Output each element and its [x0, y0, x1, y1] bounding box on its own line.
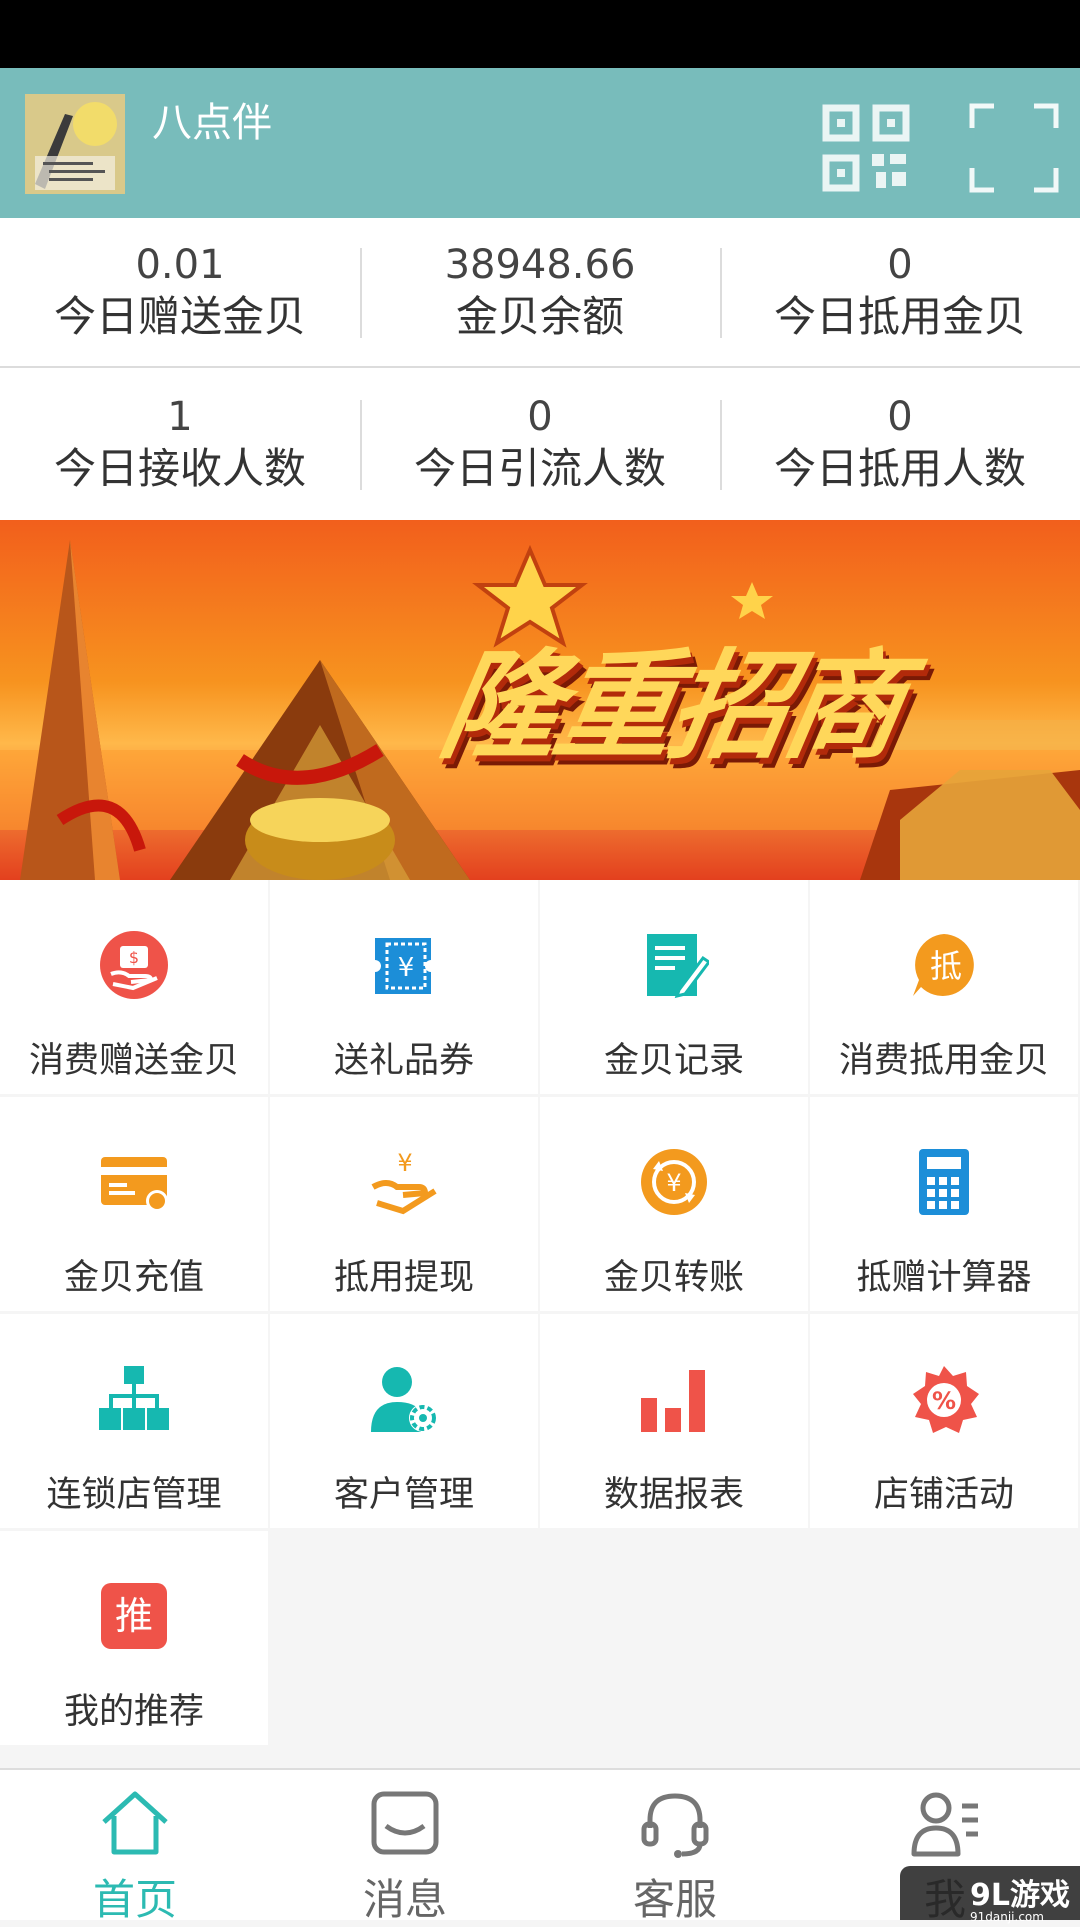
menu-item-label: 送礼品券 — [333, 1041, 474, 1081]
card-recharge-icon — [101, 1157, 168, 1212]
avatar-image — [25, 94, 125, 194]
stat-balance[interactable]: 38948.66 金贝余额 — [360, 218, 720, 366]
menu-item-label: 我的推荐 — [63, 1692, 204, 1732]
stat-label: 今日抵用人数 — [773, 444, 1026, 493]
scan-icon — [969, 103, 1059, 193]
headset-icon — [641, 1793, 709, 1858]
tab-label: 消息 — [362, 1875, 447, 1924]
stat-label: 今日引流人数 — [413, 444, 666, 493]
stat-label: 今日赠送金贝 — [53, 292, 306, 341]
menu-item-label: 金贝记录 — [603, 1041, 744, 1081]
svg-text:¥: ¥ — [398, 953, 415, 983]
tab-service[interactable]: 客服 — [540, 1770, 810, 1924]
menu-item[interactable]: 抵消费抵用金贝 — [810, 880, 1078, 1094]
menu-item[interactable]: 连锁店管理 — [0, 1314, 268, 1528]
watermark-brand: 9L游戏 — [970, 1878, 1070, 1913]
menu-item[interactable]: ¥ 送礼品券 — [270, 880, 538, 1094]
promo-banner[interactable]: 隆重招商 — [0, 520, 1080, 880]
stat-value: 0.01 — [135, 242, 225, 288]
calculator-icon — [919, 1149, 969, 1215]
discount-badge-icon: % — [913, 1366, 979, 1433]
stats-row: 1 今日接收人数 0 今日引流人数 0 今日抵用人数 — [0, 370, 1080, 520]
stat-today-referrals[interactable]: 0 今日引流人数 — [360, 370, 720, 520]
watermark: 9L游戏 91danji.com — [900, 1866, 1080, 1924]
menu-item[interactable]: 金贝充值 — [0, 1097, 268, 1311]
menu-item-label: 数据报表 — [603, 1475, 744, 1515]
withdraw-hand-icon: ¥ — [371, 1149, 437, 1215]
menu-item[interactable]: 金贝记录 — [540, 880, 808, 1094]
message-icon — [371, 1791, 439, 1855]
home-icon — [102, 1791, 168, 1855]
stat-value: 0 — [527, 394, 553, 440]
stats-panel: 0.01 今日赠送金贝 38948.66 金贝余额 0 今日抵用金贝 1 今日接… — [0, 218, 1080, 520]
stat-value: 38948.66 — [444, 242, 636, 288]
menu-item[interactable]: % 店铺活动 — [810, 1314, 1078, 1528]
stat-label: 今日接收人数 — [53, 444, 306, 493]
deduct-badge-icon: 抵 — [913, 934, 974, 996]
menu-item-label: 消费赠送金贝 — [28, 1041, 239, 1081]
tab-label: 客服 — [632, 1875, 717, 1924]
svg-text:$: $ — [129, 948, 139, 967]
menu-item[interactable]: 抵赠计算器 — [810, 1097, 1078, 1311]
menu-item-label: 金贝转账 — [603, 1258, 744, 1298]
record-edit-icon — [647, 934, 709, 999]
menu-item-label: 客户管理 — [333, 1475, 474, 1515]
stat-today-deduct[interactable]: 0 今日抵用金贝 — [720, 218, 1080, 366]
svg-text:%: % — [932, 1387, 956, 1415]
user-settings-icon — [371, 1367, 437, 1432]
stat-today-gift[interactable]: 0.01 今日赠送金贝 — [0, 218, 360, 366]
bar-chart-icon — [641, 1370, 705, 1432]
menu-item-label: 抵用提现 — [333, 1258, 474, 1298]
menu-item[interactable]: ¥ 抵用提现 — [270, 1097, 538, 1311]
tab-home[interactable]: 首页 — [0, 1770, 270, 1924]
stat-label: 金贝余额 — [455, 292, 624, 341]
app-name: 八点伴 — [152, 100, 272, 146]
svg-text:¥: ¥ — [397, 1149, 412, 1177]
menu-item-label: 抵赠计算器 — [856, 1258, 1032, 1298]
stat-today-deduct-users[interactable]: 0 今日抵用人数 — [720, 370, 1080, 520]
profile-icon — [911, 1792, 978, 1857]
qr-code-button[interactable] — [820, 102, 912, 194]
menu-item-label: 金贝充值 — [63, 1258, 204, 1298]
menu-item-label: 店铺活动 — [873, 1475, 1014, 1515]
recommend-badge-icon: 推 — [101, 1583, 167, 1649]
avatar[interactable] — [25, 94, 125, 194]
stat-value: 0 — [887, 394, 913, 440]
banner-headline: 隆重招商 — [430, 637, 912, 775]
menu-item-label: 连锁店管理 — [46, 1475, 222, 1515]
qr-code-icon — [822, 104, 910, 192]
stat-label: 今日抵用金贝 — [773, 292, 1026, 341]
scan-button[interactable] — [968, 102, 1060, 194]
stat-value: 1 — [167, 394, 193, 440]
menu-item-label: 消费抵用金贝 — [838, 1041, 1049, 1081]
tab-label: 首页 — [92, 1875, 177, 1924]
menu-item[interactable]: 客户管理 — [270, 1314, 538, 1528]
org-chart-icon — [99, 1366, 169, 1430]
stat-today-receivers[interactable]: 1 今日接收人数 — [0, 370, 360, 520]
app-header: 八点伴 — [0, 68, 1080, 218]
menu-item[interactable]: $ 消费赠送金贝 — [0, 880, 268, 1094]
stat-value: 0 — [887, 242, 913, 288]
stats-row: 0.01 今日赠送金贝 38948.66 金贝余额 0 今日抵用金贝 — [0, 218, 1080, 368]
menu-item[interactable]: 数据报表 — [540, 1314, 808, 1528]
svg-text:抵: 抵 — [930, 947, 962, 985]
svg-text:推: 推 — [115, 1594, 153, 1638]
svg-text:¥: ¥ — [666, 1169, 681, 1197]
hand-coin-icon: $ — [100, 931, 168, 999]
menu-item[interactable]: ¥ 金贝转账 — [540, 1097, 808, 1311]
transfer-coin-icon: ¥ — [641, 1149, 707, 1215]
menu-item[interactable]: 推我的推荐 — [0, 1531, 268, 1745]
tab-messages[interactable]: 消息 — [270, 1770, 540, 1924]
status-bar — [0, 0, 1080, 68]
gift-ticket-icon: ¥ — [369, 938, 437, 994]
